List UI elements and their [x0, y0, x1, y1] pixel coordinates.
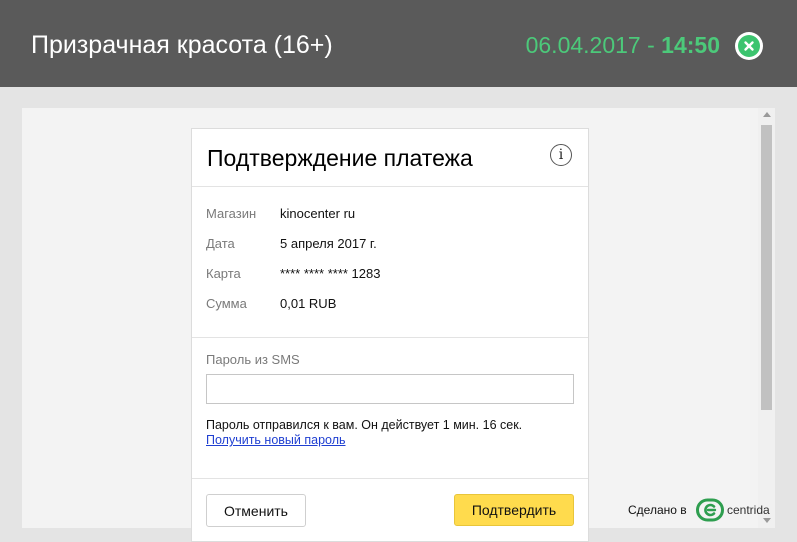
sms-password-note: Пароль отправился к вам. Он действует 1 …	[206, 418, 523, 432]
date-label: Дата	[206, 236, 235, 251]
divider	[192, 478, 588, 479]
centrida-logo-icon[interactable]	[696, 498, 724, 527]
amount-value: 0,01 RUB	[280, 296, 337, 311]
amount-label: Сумма	[206, 296, 247, 311]
date-value: 5 апреля 2017 г.	[280, 236, 377, 251]
session-date: 06.04.2017	[525, 32, 641, 58]
scroll-thumb[interactable]	[761, 125, 772, 410]
scroll-down-arrow-icon[interactable]	[763, 518, 771, 523]
info-icon[interactable]: i	[550, 144, 572, 166]
card-label: Карта	[206, 266, 241, 281]
payment-confirmation-card: Подтверждение платежа i Магазин kinocent…	[191, 128, 589, 542]
made-in-label: Сделано в	[628, 503, 687, 517]
cancel-button[interactable]: Отменить	[206, 494, 306, 527]
session-time: 14:50	[661, 32, 720, 58]
card-title: Подтверждение платежа	[207, 145, 473, 171]
divider	[192, 337, 588, 338]
header-bar: Призрачная красота (16+) 06.04.2017 - 14…	[0, 0, 797, 87]
confirm-button[interactable]: Подтвердить	[454, 494, 574, 526]
movie-title: Призрачная красота (16+)	[31, 31, 333, 59]
shop-value: kinocenter ru	[280, 206, 356, 221]
sms-password-input[interactable]	[206, 374, 574, 404]
sms-password-label: Пароль из SMS	[206, 352, 300, 367]
divider	[192, 186, 588, 187]
session-datetime: 06.04.2017 - 14:50	[526, 30, 720, 60]
datetime-separator: -	[647, 32, 655, 58]
close-icon	[738, 35, 760, 57]
scrollbar[interactable]	[758, 108, 775, 528]
get-new-password-link[interactable]: Получить новый пароль	[206, 433, 346, 447]
centrida-brand-name[interactable]: centrida	[727, 503, 770, 517]
card-number-value: **** **** **** 1283	[280, 266, 381, 281]
close-button[interactable]	[735, 32, 763, 60]
shop-label: Магазин	[206, 206, 257, 221]
scroll-up-arrow-icon[interactable]	[763, 112, 771, 117]
